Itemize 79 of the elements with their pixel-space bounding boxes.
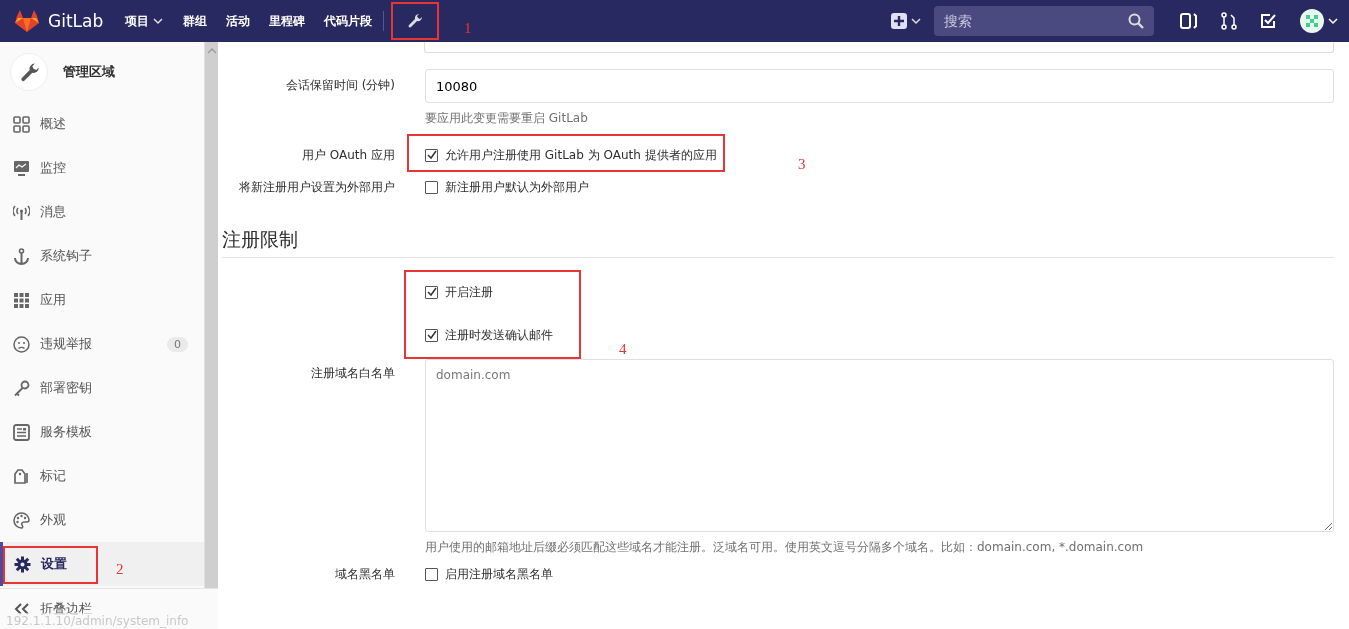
- input-field[interactable]: 10080: [425, 69, 1334, 103]
- palette-icon: [13, 511, 30, 529]
- checkbox-option[interactable]: 开启注册: [425, 282, 553, 302]
- checkmark-icon: [426, 287, 437, 297]
- annotation-number: 2: [116, 561, 124, 578]
- checkbox[interactable]: [425, 180, 438, 194]
- checkbox-option[interactable]: 新注册用户默认为外部用户: [425, 177, 589, 197]
- count-badge: 0: [167, 336, 188, 352]
- todo-checkbox-icon: [1260, 12, 1278, 30]
- broadcast-icon: [13, 203, 30, 221]
- user-menu-button[interactable]: [1300, 9, 1339, 33]
- key-icon: [13, 379, 30, 397]
- textarea-field[interactable]: domain.com: [425, 359, 1334, 532]
- sidebar-item[interactable]: 部署密钥: [0, 366, 204, 410]
- search-icon: [1128, 13, 1144, 29]
- sidebar-item[interactable]: 服务模板: [0, 410, 204, 454]
- nav-icon-link[interactable]: [1180, 12, 1198, 30]
- checkbox[interactable]: [425, 285, 438, 299]
- grid-icon: [13, 115, 30, 133]
- sidebar-item[interactable]: 概述: [0, 102, 204, 146]
- checkbox-option[interactable]: 注册时发送确认邮件: [425, 325, 553, 345]
- document-list-icon: [13, 423, 30, 441]
- nav-link[interactable]: 里程碑: [269, 12, 306, 30]
- sidebar-item[interactable]: 标记: [0, 454, 204, 498]
- merge-request-icon: [1220, 12, 1238, 30]
- nav-link[interactable]: 代码片段: [324, 12, 373, 30]
- help-text: 要应用此变更需要重启 GitLab: [425, 110, 588, 126]
- fox-logo-icon: [14, 9, 40, 33]
- checkmark-icon: [426, 330, 437, 340]
- wrench-icon: [18, 61, 40, 83]
- monitor-icon: [13, 159, 30, 177]
- checkbox-option[interactable]: 启用注册域名黑名单: [425, 564, 553, 584]
- anchor-icon: [13, 247, 30, 265]
- search-field[interactable]: 搜索: [934, 6, 1154, 36]
- new-dropdown-button[interactable]: [890, 12, 922, 30]
- admin-wrench-link[interactable]: [394, 4, 437, 38]
- annotation-frame: [391, 2, 440, 40]
- annotation-number: 3: [798, 156, 806, 173]
- nav-link[interactable]: 活动: [226, 12, 251, 30]
- checkbox-option[interactable]: 允许用户注册使用 GitLab 为 OAuth 提供者的应用: [425, 145, 717, 165]
- issues-icon: [1180, 12, 1198, 30]
- sidebar-item[interactable]: 外观: [0, 498, 204, 542]
- checkbox[interactable]: [425, 328, 438, 342]
- sidebar-item[interactable]: 违规举报 0: [0, 322, 204, 366]
- sidebar-item[interactable]: 系统钩子: [0, 234, 204, 278]
- wrench-icon: [406, 12, 425, 30]
- checkmark-icon: [426, 150, 437, 160]
- caret-icon: [910, 15, 922, 27]
- nav-icon-link[interactable]: [1260, 12, 1278, 30]
- annotation-number: 4: [619, 341, 627, 358]
- avatar-icon: [1300, 9, 1324, 33]
- tag-icon: [13, 467, 30, 485]
- sad-face-icon: [13, 335, 30, 353]
- nav-link[interactable]: 群组: [183, 12, 208, 30]
- sidebar-title: 管理区域: [63, 63, 115, 81]
- field-label: 会话保留时间 (分钟): [284, 77, 396, 94]
- field-label: 域名黑名单: [334, 566, 396, 583]
- checkbox[interactable]: [425, 148, 438, 162]
- annotation-number: 1: [464, 20, 472, 37]
- scrollbar[interactable]: [204, 42, 218, 588]
- field-label: 用户 OAuth 应用: [301, 147, 396, 164]
- nav-link[interactable]: 项目: [125, 12, 165, 30]
- field-label: 将新注册用户设置为外部用户: [238, 179, 396, 196]
- input-field[interactable]: [424, 42, 1334, 53]
- brand-name[interactable]: GitLab: [48, 11, 104, 31]
- sidebar-item[interactable]: 消息: [0, 190, 204, 234]
- section-heading: 注册限制: [222, 227, 1334, 258]
- caret-icon: [1327, 15, 1339, 27]
- help-text: 用户使用的邮箱地址后缀必须匹配这些域名才能注册。泛域名可用。使用英文逗号分隔多个域名。比如：domain.com, *.domain.com: [425, 539, 1144, 555]
- nav-icon-link[interactable]: [1220, 12, 1238, 30]
- sidebar-item[interactable]: 监控: [0, 146, 204, 190]
- plus-icon: [890, 12, 908, 30]
- gear-icon: [14, 555, 31, 573]
- apps-grid-icon: [13, 291, 30, 309]
- field-label: 注册域名白名单: [310, 365, 396, 382]
- double-chevron-left-icon: [14, 603, 30, 615]
- caret-icon: [152, 15, 165, 27]
- sidebar-item[interactable]: 应用: [0, 278, 204, 322]
- checkbox[interactable]: [425, 567, 438, 581]
